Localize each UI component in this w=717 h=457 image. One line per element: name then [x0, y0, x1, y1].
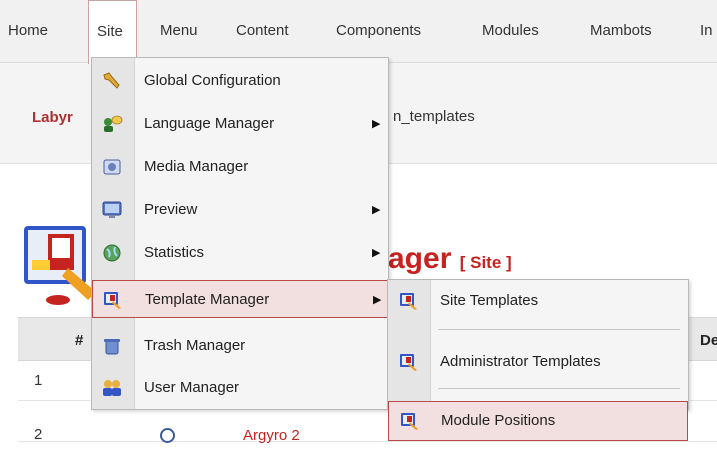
users-icon	[103, 380, 121, 396]
top-menu-bar: Home Site Menu Content Components Module…	[0, 0, 717, 64]
trash-icon	[104, 339, 120, 355]
breadcrumb-page: n_templates	[393, 108, 475, 125]
menu-item-statistics[interactable]: Statistics ▶	[92, 234, 388, 272]
template-manager-submenu: Site Templates Administrator Templates M…	[387, 279, 689, 441]
menu-item-language-manager[interactable]: Language Manager ▶	[92, 105, 388, 143]
submenu-arrow-icon: ▶	[372, 247, 381, 259]
menu-item-trash-manager[interactable]: Trash Manager	[92, 327, 388, 365]
submenu-item-label: Administrator Templates	[440, 353, 601, 370]
menu-home[interactable]: Home	[8, 0, 48, 62]
menu-content[interactable]: Content	[236, 0, 289, 62]
menu-item-label: User Manager	[144, 379, 240, 396]
row-number: 2	[34, 426, 43, 443]
menu-item-label: Statistics	[144, 244, 205, 261]
menu-item-media-manager[interactable]: Media Manager	[92, 148, 388, 186]
menu-item-preview[interactable]: Preview ▶	[92, 191, 388, 229]
menu-mambots[interactable]: Mambots	[590, 0, 652, 62]
submenu-item-administrator-templates[interactable]: Administrator Templates	[388, 343, 688, 381]
template-icon	[104, 292, 121, 309]
media-icon	[103, 159, 121, 175]
menu-item-global-configuration[interactable]: Global Configuration	[92, 62, 388, 100]
page-title-text: ager	[388, 242, 452, 275]
submenu-separator	[438, 329, 680, 330]
language-users-icon	[104, 115, 123, 132]
wrench-icon	[103, 72, 120, 89]
submenu-arrow-icon: ▶	[372, 204, 381, 216]
row-select-radio[interactable]	[160, 428, 175, 443]
template-icon	[401, 413, 418, 430]
menu-item-label: Media Manager	[144, 158, 249, 175]
menu-item-label: Template Manager	[145, 291, 270, 308]
menu-components[interactable]: Components	[336, 0, 421, 62]
template-name-link[interactable]: Argyro 2	[243, 427, 300, 444]
menu-item-label: Trash Manager	[144, 337, 246, 354]
menu-item-user-manager[interactable]: User Manager	[92, 369, 388, 407]
menu-item-template-manager[interactable]: Template Manager ▶	[92, 280, 388, 318]
page-title: ager [ Site ]	[388, 244, 512, 278]
row-number: 1	[34, 372, 43, 389]
menu-item-label: Language Manager	[144, 115, 275, 132]
breadcrumb-site-name[interactable]: Labyr	[32, 109, 73, 126]
column-description-header: De	[700, 332, 717, 349]
menu-item-label: Global Configuration	[144, 72, 281, 89]
page-title-subtitle: [ Site ]	[459, 253, 512, 272]
menu-installers[interactable]: In	[700, 0, 713, 62]
column-number-header: #	[75, 332, 84, 349]
submenu-item-label: Site Templates	[440, 292, 539, 309]
monitor-icon	[102, 201, 122, 218]
submenu-item-module-positions[interactable]: Module Positions	[388, 401, 688, 441]
menu-modules[interactable]: Modules	[482, 0, 539, 62]
template-icon	[400, 293, 417, 310]
submenu-separator	[438, 388, 680, 389]
submenu-arrow-icon: ▶	[373, 294, 382, 306]
globe-icon	[103, 244, 121, 262]
submenu-arrow-icon: ▶	[372, 118, 381, 130]
submenu-item-label: Module Positions	[441, 412, 556, 429]
menu-site[interactable]: Site	[88, 0, 137, 64]
template-icon	[400, 354, 417, 371]
site-dropdown-menu: Global Configuration Language Manager ▶ …	[91, 57, 389, 410]
menu-item-label: Preview	[144, 201, 198, 218]
submenu-item-site-templates[interactable]: Site Templates	[388, 282, 688, 320]
menu-menu[interactable]: Menu	[160, 0, 198, 62]
